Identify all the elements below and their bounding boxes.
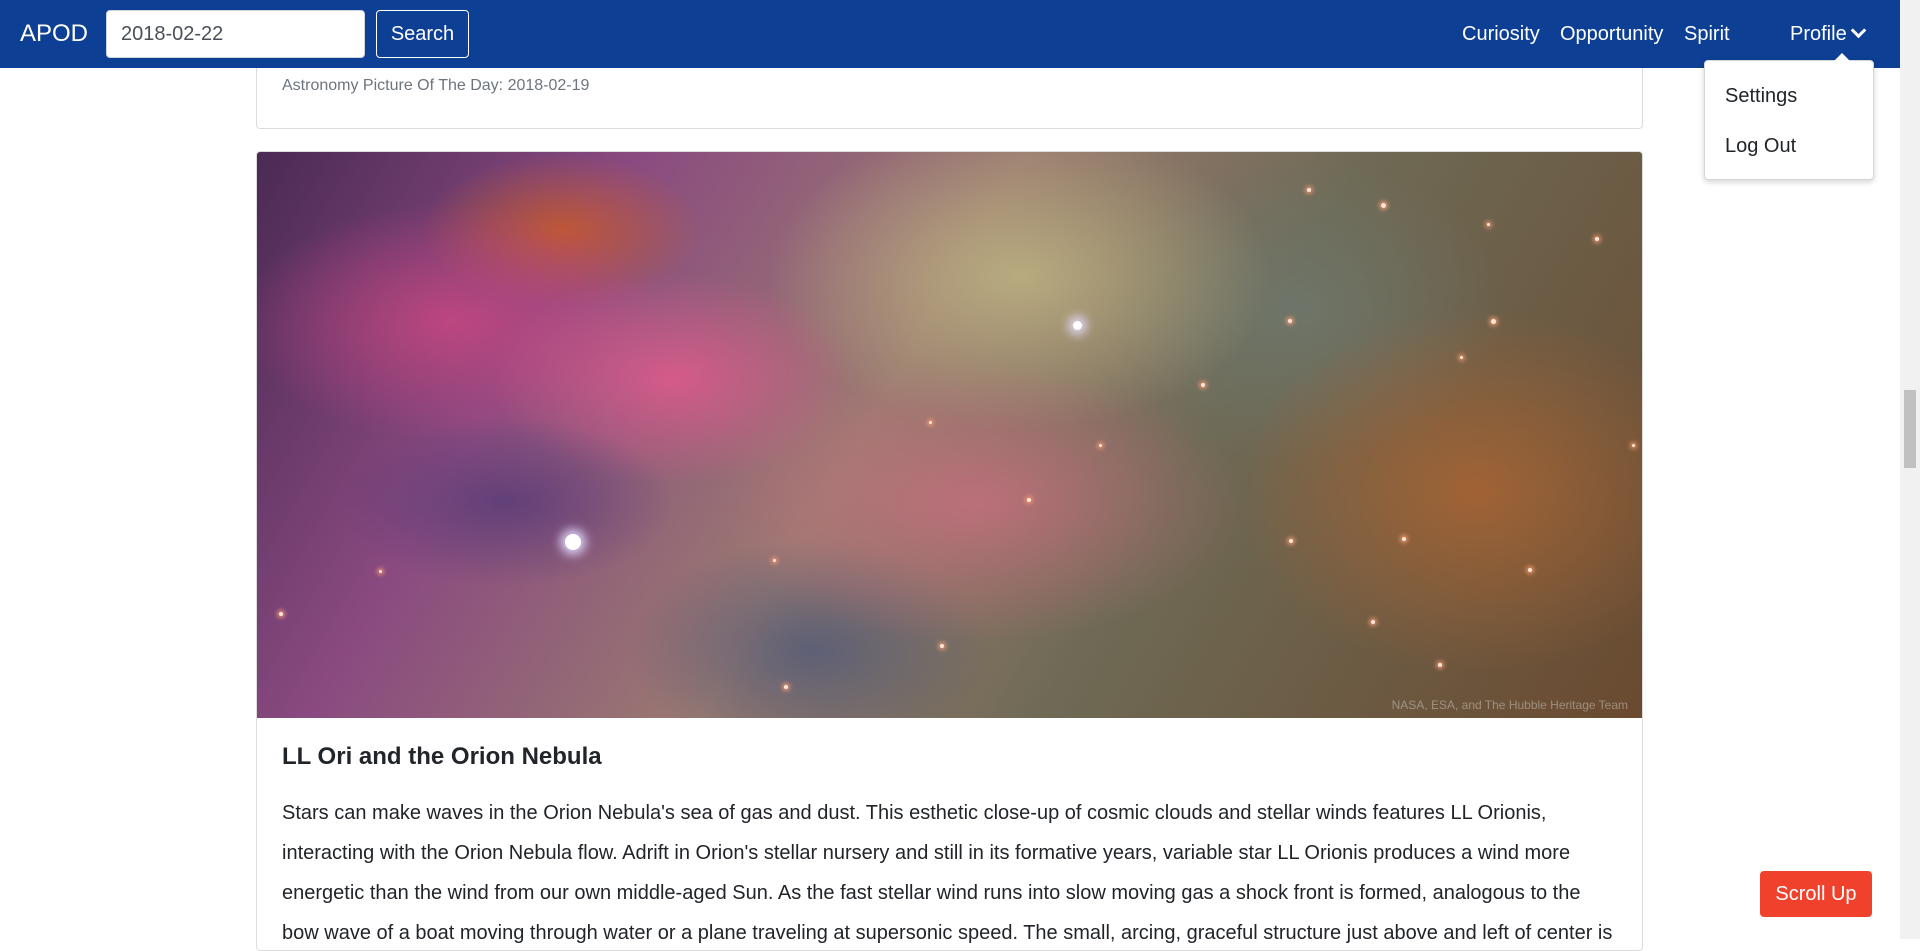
nav-link-curiosity[interactable]: Curiosity: [1462, 22, 1540, 46]
star: [1402, 537, 1406, 541]
star: [1371, 620, 1375, 624]
star: [1201, 383, 1205, 387]
menu-item-log-out[interactable]: Log Out: [1725, 134, 1796, 158]
star: [1099, 444, 1102, 447]
scroll-up-button[interactable]: Scroll Up: [1760, 871, 1872, 917]
star: [1289, 539, 1293, 543]
image-credit-watermark: NASA, ESA, and The Hubble Heritage Team: [1391, 698, 1628, 712]
apod-card: NASA, ESA, and The Hubble Heritage Team …: [256, 151, 1643, 951]
star: [1438, 663, 1442, 667]
apod-title: LL Ori and the Orion Nebula: [282, 743, 602, 770]
star: [1381, 203, 1386, 208]
star: [1027, 498, 1031, 502]
star: [940, 644, 944, 648]
star: [379, 570, 382, 573]
star: [1460, 356, 1463, 359]
profile-label: Profile: [1790, 23, 1847, 45]
star: [1288, 319, 1292, 323]
apod-explanation: Stars can make waves in the Orion Nebula…: [282, 802, 1613, 944]
star: [279, 612, 283, 616]
nav-link-opportunity[interactable]: Opportunity: [1560, 22, 1663, 46]
star: [565, 534, 581, 550]
apod-date-caption: Astronomy Picture Of The Day: 2018-02-19: [282, 77, 590, 94]
page-scrollbar[interactable]: [1900, 0, 1920, 939]
dropdown-pointer: [1834, 53, 1850, 61]
profile-menu-toggle[interactable]: Profile: [1790, 22, 1866, 46]
star: [1491, 319, 1496, 324]
star: [1528, 568, 1532, 572]
star: [1595, 237, 1599, 241]
star: [1632, 444, 1635, 447]
search-button[interactable]: Search: [376, 10, 469, 58]
star: [929, 421, 932, 424]
star: [1307, 188, 1311, 192]
nav-link-spirit[interactable]: Spirit: [1684, 22, 1730, 46]
profile-dropdown-menu: Settings Log Out: [1704, 60, 1874, 180]
scrollbar-thumb[interactable]: [1904, 390, 1916, 468]
menu-item-settings[interactable]: Settings: [1725, 84, 1797, 108]
star: [773, 559, 776, 562]
date-search-input[interactable]: [106, 10, 365, 58]
star: [1487, 223, 1490, 226]
brand-logo[interactable]: APOD: [20, 19, 88, 49]
top-navbar: APOD Search Curiosity Opportunity Spirit…: [0, 0, 1900, 68]
star: [1073, 321, 1082, 330]
star: [784, 685, 788, 689]
apod-image: NASA, ESA, and The Hubble Heritage Team: [257, 152, 1642, 718]
chevron-down-icon: [1850, 22, 1866, 39]
